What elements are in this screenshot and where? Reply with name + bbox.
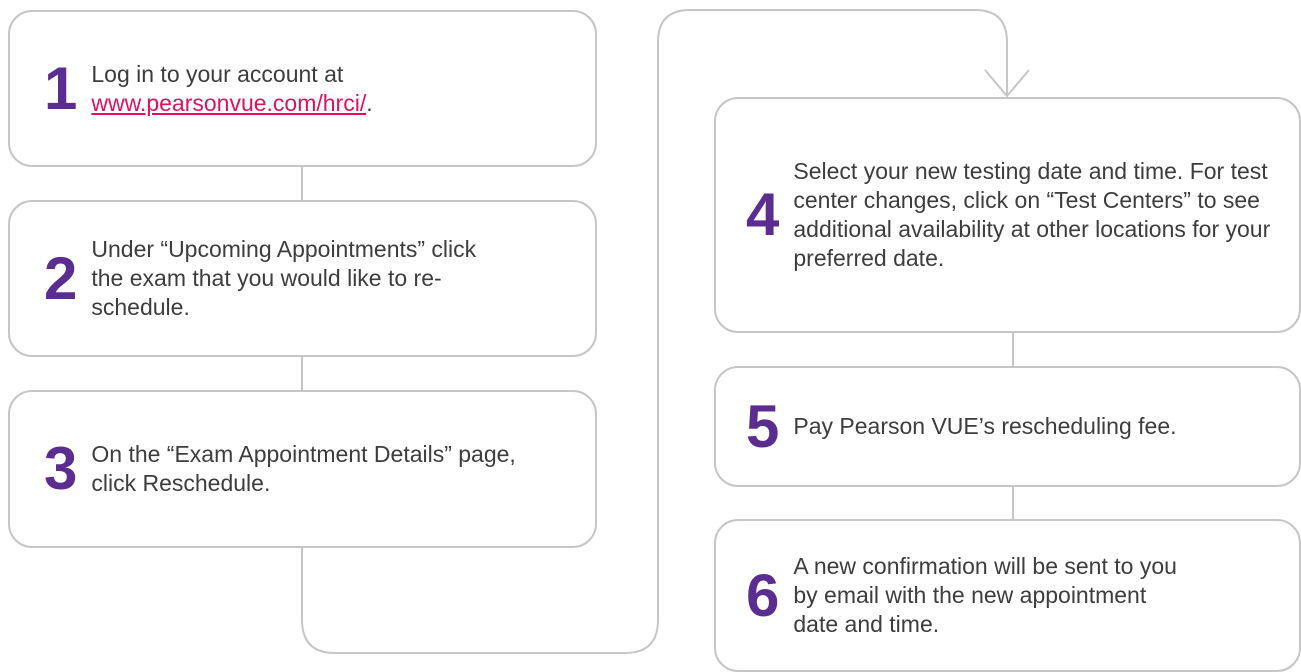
step-1-box: 1 Log in to your account at www.pearsonv… xyxy=(8,10,597,167)
step-1-number: 1 xyxy=(44,54,78,122)
step-2-number: 2 xyxy=(44,244,78,312)
step-1-text: Log in to your account at xyxy=(91,60,344,87)
pearsonvue-link[interactable]: www.pearsonvue.com/hrci/ xyxy=(91,90,366,116)
step-6-box: 6 A new confirmation will be sent to you… xyxy=(714,519,1301,672)
step-3-text: On the “Exam Appointment Details” page, … xyxy=(91,441,516,496)
step-5-number: 5 xyxy=(746,392,780,460)
step-4-text: Select your new testing date and time. F… xyxy=(793,158,1271,271)
step-1-text-wrap: Log in to your account at www.pearsonvue… xyxy=(91,60,372,118)
step-3-box: 3 On the “Exam Appointment Details” page… xyxy=(8,390,597,548)
step-4-box: 4 Select your new testing date and time.… xyxy=(714,97,1301,333)
step-5-text: Pay Pearson VUE’s rescheduling fee. xyxy=(793,413,1177,439)
step-6-number: 6 xyxy=(746,561,780,629)
step-3-number: 3 xyxy=(44,435,78,502)
step-2-box: 2 Under “Upcoming Appointments” click th… xyxy=(8,200,597,357)
step-6-text: A new confirmation will be sent to you b… xyxy=(793,553,1177,637)
step-4-number: 4 xyxy=(746,181,780,248)
step-2-text: Under “Upcoming Appointments” click the … xyxy=(91,236,477,320)
reschedule-steps-diagram: 1 Log in to your account at www.pearsonv… xyxy=(0,0,1301,672)
step-1-after-link: . xyxy=(366,89,373,116)
step-5-box: 5 Pay Pearson VUE’s rescheduling fee. xyxy=(714,366,1301,487)
